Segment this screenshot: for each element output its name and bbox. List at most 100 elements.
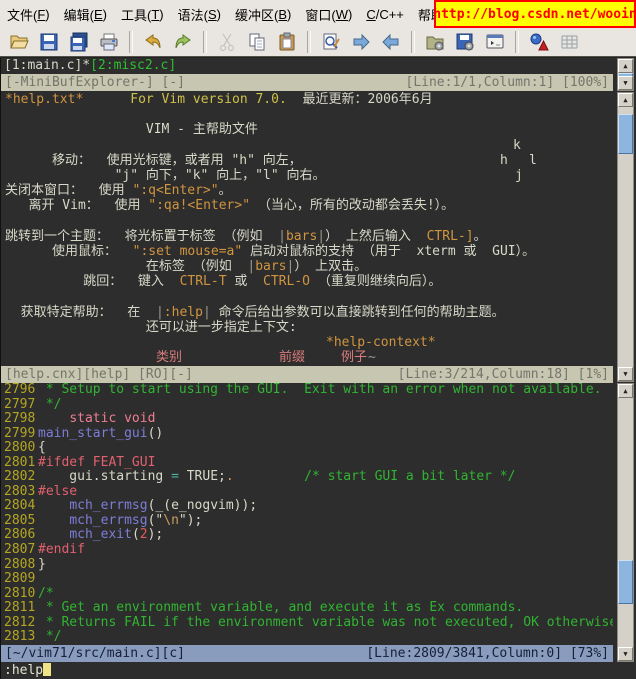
minibuf-scrollbar[interactable]: ▲ ▼ (617, 58, 634, 91)
menu-cpp[interactable]: C/C++ (359, 0, 411, 28)
menu-syntax[interactable]: 语法(S) (171, 0, 228, 28)
menu-label: /C++ (376, 7, 404, 22)
toolbar-build-tags-button[interactable] (526, 29, 552, 55)
scrollbar-thumb[interactable] (618, 114, 633, 154)
code-line: 2808} (1, 558, 613, 573)
help-line: "j" 向下，"k" 向上，"l" 向右。j (1, 168, 613, 183)
menu-label: E (94, 7, 103, 22)
command-line[interactable]: :help (1, 662, 616, 679)
text-segment: mch_exit (69, 527, 132, 542)
text-segment: h (500, 153, 508, 168)
toolbar-run-script-button[interactable] (482, 29, 508, 55)
scroll-up-button[interactable]: ▲ (618, 59, 633, 73)
code-line: 2811 * Get an environment variable, and … (1, 601, 613, 616)
statusline-left: [~/vim71/src/main.c][c] (5, 645, 185, 662)
toolbar-copy-button[interactable] (244, 29, 270, 55)
tag-jump-icon (558, 31, 580, 53)
toolbar-load-session-button[interactable] (422, 29, 448, 55)
text-segment: 例子 (341, 350, 367, 365)
text-segment: k (513, 138, 521, 153)
scroll-down-button[interactable]: ▼ (618, 367, 633, 381)
text-segment: } (38, 557, 46, 572)
line-number: 2805 (1, 514, 38, 529)
menu-label: 缓冲区( (235, 5, 278, 24)
line-number: 2809 (1, 572, 38, 587)
text-segment: "); (179, 513, 202, 528)
text-segment: ":set mouse=a" (133, 244, 243, 259)
scrollbar-thumb[interactable] (618, 560, 633, 604)
help-line: 使用鼠标： ":set mouse=a" 启动对鼠标的支持 （用于 xterm … (1, 244, 613, 259)
text-segment: (_(e_nogvim)); (148, 498, 258, 513)
text-segment: 跳转到一个主题： 将光标置于标签 （例如 (5, 229, 278, 244)
help-line: *help-context* (1, 335, 613, 350)
scroll-down-button[interactable]: ▼ (618, 647, 633, 661)
toolbar-find-prev-button[interactable] (378, 29, 404, 55)
toolbar-save-button[interactable] (36, 29, 62, 55)
help-scrollbar[interactable]: ▲ ▼ (617, 92, 634, 382)
statusline-minibuf: [-MiniBufExplorer-] [-] [Line:1/1,Column… (1, 74, 613, 91)
toolbar-open-button[interactable] (6, 29, 32, 55)
redo-icon (172, 31, 194, 53)
toolbar-cut-button[interactable] (214, 29, 240, 55)
menu-label: W (336, 7, 348, 22)
toolbar-separator (411, 31, 415, 53)
find-next-icon (350, 31, 372, 53)
menu-label: ) (348, 7, 352, 22)
text-segment: ":q<Enter>" (132, 183, 218, 198)
buffer-tab[interactable]: [2:misc2.c] (90, 58, 176, 73)
code-line: 2798 static void (1, 412, 613, 427)
line-number: 2810 (1, 587, 38, 602)
scroll-up-button[interactable]: ▲ (618, 93, 633, 107)
menu-label: ) (217, 7, 221, 22)
text-segment: | (278, 229, 286, 244)
scroll-up-button[interactable]: ▲ (618, 384, 633, 398)
code-scrollbar[interactable]: ▲ ▼ (617, 383, 634, 662)
text-segment: /* start GUI a bit later */ (304, 469, 515, 484)
toolbar-tag-jump-button[interactable] (556, 29, 582, 55)
toolbar-separator (129, 31, 133, 53)
menu-file[interactable]: 文件(F) (0, 0, 57, 28)
text-segment: （重复则继续向后）。 (310, 274, 441, 289)
text-segment: TRUE; (179, 469, 226, 484)
menu-window[interactable]: 窗口(W) (298, 0, 359, 28)
line-number: 2800 (1, 441, 38, 456)
code-line: 2804 mch_errmsg(_(e_nogvim)); (1, 499, 613, 514)
line-number: 2799 (1, 427, 38, 442)
help-line: 跳回： 键入 CTRL-T 或 CTRL-O （重复则继续向后）。 (1, 274, 613, 289)
toolbar-find-next-button[interactable] (348, 29, 374, 55)
scroll-down-button[interactable]: ▼ (618, 76, 633, 90)
text-segment: * Get an environment variable, and execu… (38, 600, 523, 615)
text-segment: mch_errmsg (69, 498, 147, 513)
text-segment: CTRL-] (427, 229, 474, 244)
text-segment: 使用鼠标： (5, 244, 133, 259)
save-all-icon (68, 31, 90, 53)
help-line (1, 289, 613, 304)
text-segment: = (171, 469, 179, 484)
cut-icon (216, 31, 238, 53)
text-segment: { (38, 440, 46, 455)
toolbar-paste-button[interactable] (274, 29, 300, 55)
menu-edit[interactable]: 编辑(E) (57, 0, 114, 28)
toolbar-redo-button[interactable] (170, 29, 196, 55)
menu-tools[interactable]: 工具(T) (114, 0, 171, 28)
menu-buffers[interactable]: 缓冲区(B) (228, 0, 298, 28)
buffer-tab[interactable]: [1:main.c]* (4, 58, 90, 73)
text-segment: ~ (368, 350, 376, 365)
text-segment: *help.txt* (5, 92, 83, 107)
text-segment: [1:main.c]* (4, 58, 90, 73)
text-segment: #endif (38, 542, 85, 557)
line-number: 2807 (1, 543, 38, 558)
run-script-icon (484, 31, 506, 53)
text-segment: 在标签 （例如 (5, 259, 247, 274)
line-number: 2803 (1, 485, 38, 500)
toolbar-undo-button[interactable] (140, 29, 166, 55)
toolbar-save-session-button[interactable] (452, 29, 478, 55)
text-segment: 还可以进一步指定上下文: (5, 320, 297, 335)
toolbar-find-replace-button[interactable] (318, 29, 344, 55)
menu-label: ) (287, 7, 291, 22)
text-segment: （当心，所有的改动都会丢失!）。 (250, 198, 454, 213)
line-number: 2798 (1, 412, 38, 427)
toolbar-save-all-button[interactable] (66, 29, 92, 55)
toolbar-print-button[interactable] (96, 29, 122, 55)
copy-icon (246, 31, 268, 53)
